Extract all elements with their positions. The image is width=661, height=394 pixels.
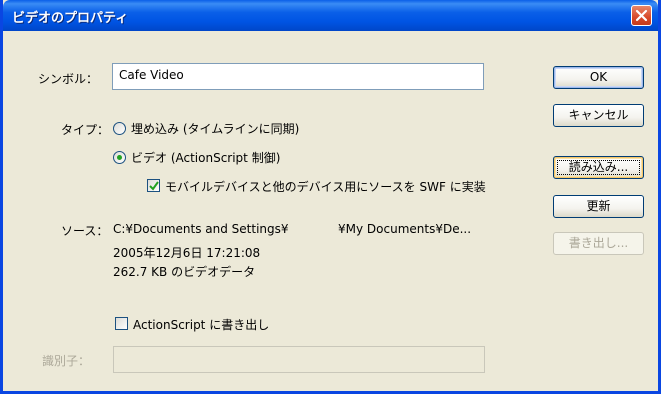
update-button[interactable]: 更新: [553, 195, 644, 218]
identifier-input[interactable]: [113, 346, 485, 373]
radio-video-label[interactable]: ビデオ (ActionScript 制御): [131, 149, 280, 166]
source-date: 2005年12月6日 17:21:08: [113, 246, 261, 260]
export-button[interactable]: 書き出し...: [553, 232, 644, 255]
radio-selected-dot: [117, 155, 122, 160]
symbol-name-input[interactable]: Cafe Video: [112, 63, 484, 90]
source-path-right: ¥My Documents¥De...: [338, 222, 472, 236]
export-actionscript-label[interactable]: ActionScript に書き出し: [133, 316, 269, 333]
title-bar[interactable]: ビデオのプロパティ: [3, 0, 658, 31]
identifier-label: 識別子：: [42, 354, 91, 368]
source-label: ソース：: [61, 224, 109, 238]
ok-button[interactable]: OK: [553, 66, 644, 89]
checkmark-icon: [149, 181, 159, 191]
radio-embed[interactable]: [113, 122, 126, 135]
symbol-name-value: Cafe Video: [119, 68, 184, 82]
mobile-embed-label[interactable]: モバイルデバイスと他のデバイス用にソースを SWF に実装: [165, 178, 486, 195]
export-actionscript-checkbox[interactable]: [115, 317, 128, 330]
focus-ring: [557, 160, 640, 175]
mobile-embed-checkbox[interactable]: [147, 179, 160, 192]
source-path-left: C:¥Documents and Settings¥: [113, 222, 289, 236]
import-button[interactable]: 読み込み...: [553, 156, 644, 179]
radio-embed-label[interactable]: 埋め込み (タイムラインに同期): [131, 120, 299, 137]
symbol-label: シンボル：: [38, 72, 99, 86]
radio-video[interactable]: [113, 151, 126, 164]
close-icon[interactable]: [631, 5, 652, 26]
cancel-button[interactable]: キャンセル: [553, 104, 644, 127]
source-size-info: 262.7 KB のビデオデータ: [113, 265, 256, 279]
type-label: タイプ：: [61, 123, 110, 137]
properties-dialog: ビデオのプロパティ シンボル： Cafe Video タイプ： 埋め込み (タイ…: [0, 0, 661, 394]
window-title: ビデオのプロパティ: [12, 11, 129, 26]
